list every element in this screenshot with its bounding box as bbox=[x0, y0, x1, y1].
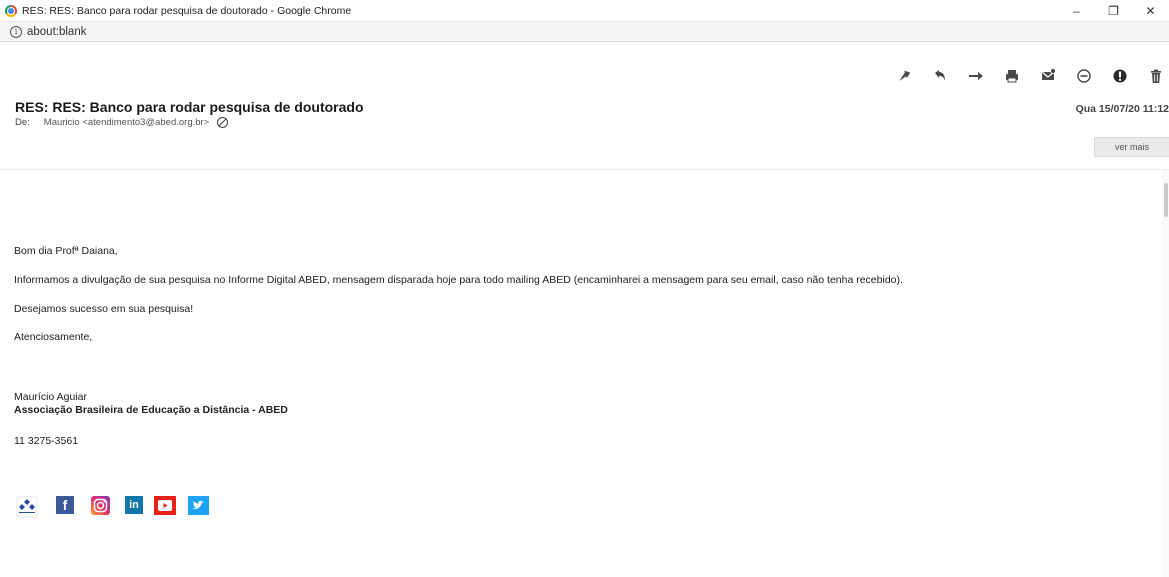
sender-address[interactable]: Mauricio <atendimento3@abed.org.br> bbox=[44, 117, 209, 128]
address-bar[interactable]: i about:blank bbox=[0, 22, 1169, 42]
restore-button[interactable]: ❐ bbox=[1095, 0, 1132, 21]
abed-logo[interactable] bbox=[16, 496, 38, 518]
forward-icon[interactable] bbox=[963, 64, 989, 88]
signature-name: Maurício Aguiar bbox=[14, 391, 87, 403]
reply-icon[interactable] bbox=[891, 64, 917, 88]
chrome-logo-icon bbox=[5, 4, 17, 17]
url-text[interactable]: about:blank bbox=[27, 26, 86, 38]
linkedin-icon[interactable]: in bbox=[125, 496, 143, 514]
email-date: Qua 15/07/20 11:12 bbox=[1075, 103, 1169, 115]
header-divider bbox=[0, 169, 1169, 170]
window-title-bar: RES: RES: Banco para rodar pesquisa de d… bbox=[0, 0, 1169, 22]
scrollbar-track[interactable] bbox=[1162, 170, 1169, 577]
block-sender-icon[interactable] bbox=[217, 117, 229, 128]
mark-icon[interactable] bbox=[1035, 64, 1061, 88]
print-icon[interactable] bbox=[999, 64, 1025, 88]
email-subject: RES: RES: Banco para rodar pesquisa de d… bbox=[15, 99, 364, 115]
youtube-icon[interactable] bbox=[154, 496, 176, 515]
body-paragraph: Informamos a divulgação de sua pesquisa … bbox=[14, 274, 903, 286]
close-button[interactable]: ✕ bbox=[1132, 0, 1169, 21]
closing-text: Atenciosamente, bbox=[14, 331, 93, 343]
from-label: De: bbox=[15, 117, 30, 128]
window-title: RES: RES: Banco para rodar pesquisa de d… bbox=[22, 4, 352, 17]
delete-icon[interactable] bbox=[1143, 64, 1169, 88]
ver-mais-button[interactable]: ver mais bbox=[1094, 137, 1169, 157]
scrollbar-thumb[interactable] bbox=[1164, 183, 1168, 217]
sensitivity-icon[interactable] bbox=[1071, 64, 1097, 88]
importance-icon[interactable] bbox=[1107, 64, 1133, 88]
twitter-icon[interactable] bbox=[188, 496, 209, 515]
facebook-icon[interactable]: f bbox=[56, 496, 74, 514]
signature-phone: 11 3275-3561 bbox=[14, 435, 79, 447]
minimize-button[interactable]: – bbox=[1058, 0, 1095, 21]
greeting-text: Bom dia Profª Daiana, bbox=[14, 245, 118, 257]
info-icon[interactable]: i bbox=[10, 25, 22, 38]
reply-all-icon[interactable] bbox=[927, 64, 953, 88]
instagram-icon[interactable] bbox=[91, 496, 110, 515]
signature-organization: Associação Brasileira de Educação a Dist… bbox=[14, 404, 288, 416]
email-toolbar bbox=[881, 64, 1169, 88]
sender-line: De: Mauricio <atendimento3@abed.org.br> bbox=[15, 117, 229, 128]
window-controls: – ❐ ✕ bbox=[1058, 0, 1169, 21]
body-paragraph: Desejamos sucesso em sua pesquisa! bbox=[14, 303, 194, 315]
